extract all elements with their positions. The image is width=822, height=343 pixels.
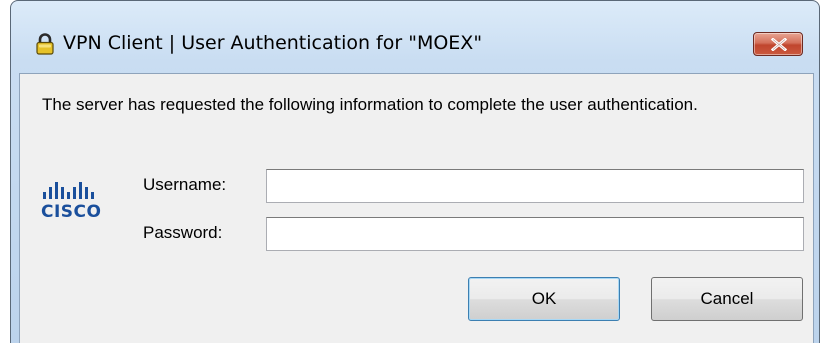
info-message: The server has requested the following i…	[42, 95, 698, 114]
close-icon	[771, 38, 787, 51]
cisco-wordmark: CISCO	[41, 202, 102, 222]
username-label: Username:	[143, 175, 227, 194]
lock-icon	[35, 33, 55, 55]
dialog-body: The server has requested the following i…	[19, 73, 814, 343]
username-input[interactable]	[266, 169, 804, 203]
close-button[interactable]	[753, 32, 803, 56]
vpn-auth-dialog: VPN Client | User Authentication for "MO…	[10, 0, 820, 343]
password-input[interactable]	[266, 217, 804, 251]
title-bar[interactable]: VPN Client | User Authentication for "MO…	[11, 1, 819, 73]
ok-button[interactable]: OK	[468, 277, 620, 321]
cancel-button[interactable]: Cancel	[651, 277, 803, 321]
cisco-bars-icon	[43, 182, 94, 199]
password-label: Password:	[143, 223, 223, 242]
window-title: VPN Client | User Authentication for "MO…	[63, 32, 483, 54]
cisco-logo: CISCO	[41, 182, 101, 232]
